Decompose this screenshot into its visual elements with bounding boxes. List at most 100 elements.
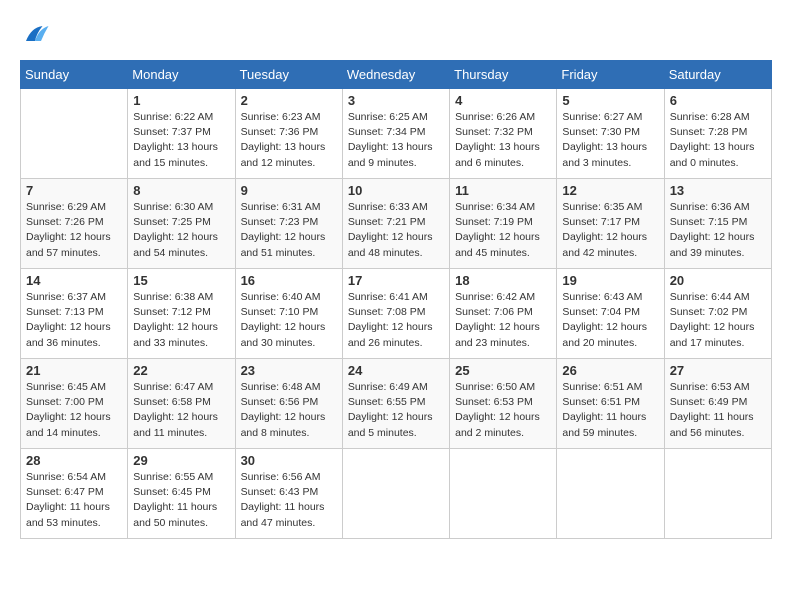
day-number: 28 [26, 453, 122, 468]
calendar-week-row: 28 Sunrise: 6:54 AMSunset: 6:47 PMDayligh… [21, 449, 772, 539]
calendar-cell: 21 Sunrise: 6:45 AMSunset: 7:00 PMDayligh… [21, 359, 128, 449]
logo [20, 20, 54, 50]
calendar-cell: 20Sunrise: 6:44 AMSunset: 7:02 PMDayligh… [664, 269, 771, 359]
column-header-sunday: Sunday [21, 61, 128, 89]
calendar-week-row: 14 Sunrise: 6:37 AMSunset: 7:13 PMDayligh… [21, 269, 772, 359]
day-info: Sunrise: 6:33 AMSunset: 7:21 PMDaylight:… [348, 200, 444, 261]
calendar-week-row: 7 Sunrise: 6:29 AMSunset: 7:26 PMDaylight… [21, 179, 772, 269]
day-number: 11 [455, 183, 551, 198]
day-number: 1 [133, 93, 229, 108]
day-number: 14 [26, 273, 122, 288]
day-info: Sunrise: 6:40 AMSunset: 7:10 PMDaylight:… [241, 290, 337, 351]
day-number: 7 [26, 183, 122, 198]
day-number: 22 [133, 363, 229, 378]
calendar-cell: 15Sunrise: 6:38 AMSunset: 7:12 PMDayligh… [128, 269, 235, 359]
day-info: Sunrise: 6:45 AMSunset: 7:00 PMDaylight:… [26, 380, 122, 441]
day-info: Sunrise: 6:35 AMSunset: 7:17 PMDaylight:… [562, 200, 658, 261]
calendar-cell [21, 89, 128, 179]
day-info: Sunrise: 6:37 AMSunset: 7:13 PMDaylight:… [26, 290, 122, 351]
day-info: Sunrise: 6:50 AMSunset: 6:53 PMDaylight:… [455, 380, 551, 441]
column-header-saturday: Saturday [664, 61, 771, 89]
day-number: 16 [241, 273, 337, 288]
calendar-header-row: SundayMondayTuesdayWednesdayThursdayFrid… [21, 61, 772, 89]
calendar-cell: 17 Sunrise: 6:41 AMSunset: 7:08 PMDayligh… [342, 269, 449, 359]
calendar-cell [557, 449, 664, 539]
day-info: Sunrise: 6:26 AMSunset: 7:32 PMDaylight:… [455, 110, 551, 171]
day-number: 29 [133, 453, 229, 468]
day-info: Sunrise: 6:25 AMSunset: 7:34 PMDaylight:… [348, 110, 444, 171]
calendar-cell: 25 Sunrise: 6:50 AMSunset: 6:53 PMDayligh… [450, 359, 557, 449]
calendar-cell: 3Sunrise: 6:25 AMSunset: 7:34 PMDaylight… [342, 89, 449, 179]
calendar-cell: 24Sunrise: 6:49 AMSunset: 6:55 PMDayligh… [342, 359, 449, 449]
day-number: 23 [241, 363, 337, 378]
day-info: Sunrise: 6:54 AMSunset: 6:47 PMDaylight:… [26, 470, 122, 531]
calendar-cell [450, 449, 557, 539]
day-info: Sunrise: 6:22 AMSunset: 7:37 PMDaylight:… [133, 110, 229, 171]
day-number: 21 [26, 363, 122, 378]
day-number: 17 [348, 273, 444, 288]
day-info: Sunrise: 6:49 AMSunset: 6:55 PMDaylight:… [348, 380, 444, 441]
calendar-week-row: 1 Sunrise: 6:22 AMSunset: 7:37 PMDaylight… [21, 89, 772, 179]
day-number: 12 [562, 183, 658, 198]
column-header-monday: Monday [128, 61, 235, 89]
calendar-cell: 10Sunrise: 6:33 AMSunset: 7:21 PMDayligh… [342, 179, 449, 269]
calendar-cell: 22 Sunrise: 6:47 AMSunset: 6:58 PMDayligh… [128, 359, 235, 449]
column-header-wednesday: Wednesday [342, 61, 449, 89]
calendar-cell: 30Sunrise: 6:56 AMSunset: 6:43 PMDayligh… [235, 449, 342, 539]
day-number: 5 [562, 93, 658, 108]
day-number: 6 [670, 93, 766, 108]
calendar-cell: 13 Sunrise: 6:36 AMSunset: 7:15 PMDayligh… [664, 179, 771, 269]
day-info: Sunrise: 6:34 AMSunset: 7:19 PMDaylight:… [455, 200, 551, 261]
calendar-week-row: 21 Sunrise: 6:45 AMSunset: 7:00 PMDayligh… [21, 359, 772, 449]
day-info: Sunrise: 6:48 AMSunset: 6:56 PMDaylight:… [241, 380, 337, 441]
calendar-cell: 11 Sunrise: 6:34 AMSunset: 7:19 PMDayligh… [450, 179, 557, 269]
day-info: Sunrise: 6:55 AMSunset: 6:45 PMDaylight:… [133, 470, 229, 531]
day-info: Sunrise: 6:30 AMSunset: 7:25 PMDaylight:… [133, 200, 229, 261]
calendar-cell: 6Sunrise: 6:28 AMSunset: 7:28 PMDaylight… [664, 89, 771, 179]
page-header [20, 20, 772, 50]
calendar-cell: 18 Sunrise: 6:42 AMSunset: 7:06 PMDayligh… [450, 269, 557, 359]
calendar-cell: 28 Sunrise: 6:54 AMSunset: 6:47 PMDayligh… [21, 449, 128, 539]
calendar-cell: 27 Sunrise: 6:53 AMSunset: 6:49 PMDayligh… [664, 359, 771, 449]
day-number: 27 [670, 363, 766, 378]
calendar-cell: 12 Sunrise: 6:35 AMSunset: 7:17 PMDayligh… [557, 179, 664, 269]
calendar-cell: 7 Sunrise: 6:29 AMSunset: 7:26 PMDaylight… [21, 179, 128, 269]
day-info: Sunrise: 6:27 AMSunset: 7:30 PMDaylight:… [562, 110, 658, 171]
calendar-cell: 2 Sunrise: 6:23 AMSunset: 7:36 PMDaylight… [235, 89, 342, 179]
day-info: Sunrise: 6:36 AMSunset: 7:15 PMDaylight:… [670, 200, 766, 261]
day-number: 26 [562, 363, 658, 378]
day-number: 13 [670, 183, 766, 198]
day-number: 9 [241, 183, 337, 198]
day-info: Sunrise: 6:23 AMSunset: 7:36 PMDaylight:… [241, 110, 337, 171]
day-number: 19 [562, 273, 658, 288]
calendar-cell: 9Sunrise: 6:31 AMSunset: 7:23 PMDaylight… [235, 179, 342, 269]
column-header-friday: Friday [557, 61, 664, 89]
calendar-cell: 1 Sunrise: 6:22 AMSunset: 7:37 PMDaylight… [128, 89, 235, 179]
calendar-cell: 4Sunrise: 6:26 AMSunset: 7:32 PMDaylight… [450, 89, 557, 179]
calendar-cell: 23 Sunrise: 6:48 AMSunset: 6:56 PMDayligh… [235, 359, 342, 449]
column-header-tuesday: Tuesday [235, 61, 342, 89]
column-header-thursday: Thursday [450, 61, 557, 89]
day-number: 25 [455, 363, 551, 378]
calendar-table: SundayMondayTuesdayWednesdayThursdayFrid… [20, 60, 772, 539]
logo-icon [20, 20, 50, 50]
day-info: Sunrise: 6:51 AMSunset: 6:51 PMDaylight:… [562, 380, 658, 441]
day-number: 18 [455, 273, 551, 288]
day-info: Sunrise: 6:43 AMSunset: 7:04 PMDaylight:… [562, 290, 658, 351]
day-info: Sunrise: 6:56 AMSunset: 6:43 PMDaylight:… [241, 470, 337, 531]
day-info: Sunrise: 6:38 AMSunset: 7:12 PMDaylight:… [133, 290, 229, 351]
day-number: 2 [241, 93, 337, 108]
calendar-cell [342, 449, 449, 539]
day-info: Sunrise: 6:42 AMSunset: 7:06 PMDaylight:… [455, 290, 551, 351]
calendar-cell: 14 Sunrise: 6:37 AMSunset: 7:13 PMDayligh… [21, 269, 128, 359]
calendar-cell: 8Sunrise: 6:30 AMSunset: 7:25 PMDaylight… [128, 179, 235, 269]
calendar-cell: 16 Sunrise: 6:40 AMSunset: 7:10 PMDayligh… [235, 269, 342, 359]
day-info: Sunrise: 6:44 AMSunset: 7:02 PMDaylight:… [670, 290, 766, 351]
calendar-cell: 26 Sunrise: 6:51 AMSunset: 6:51 PMDayligh… [557, 359, 664, 449]
day-info: Sunrise: 6:53 AMSunset: 6:49 PMDaylight:… [670, 380, 766, 441]
day-info: Sunrise: 6:29 AMSunset: 7:26 PMDaylight:… [26, 200, 122, 261]
day-info: Sunrise: 6:47 AMSunset: 6:58 PMDaylight:… [133, 380, 229, 441]
calendar-cell: 5 Sunrise: 6:27 AMSunset: 7:30 PMDaylight… [557, 89, 664, 179]
calendar-cell: 19 Sunrise: 6:43 AMSunset: 7:04 PMDayligh… [557, 269, 664, 359]
day-info: Sunrise: 6:41 AMSunset: 7:08 PMDaylight:… [348, 290, 444, 351]
